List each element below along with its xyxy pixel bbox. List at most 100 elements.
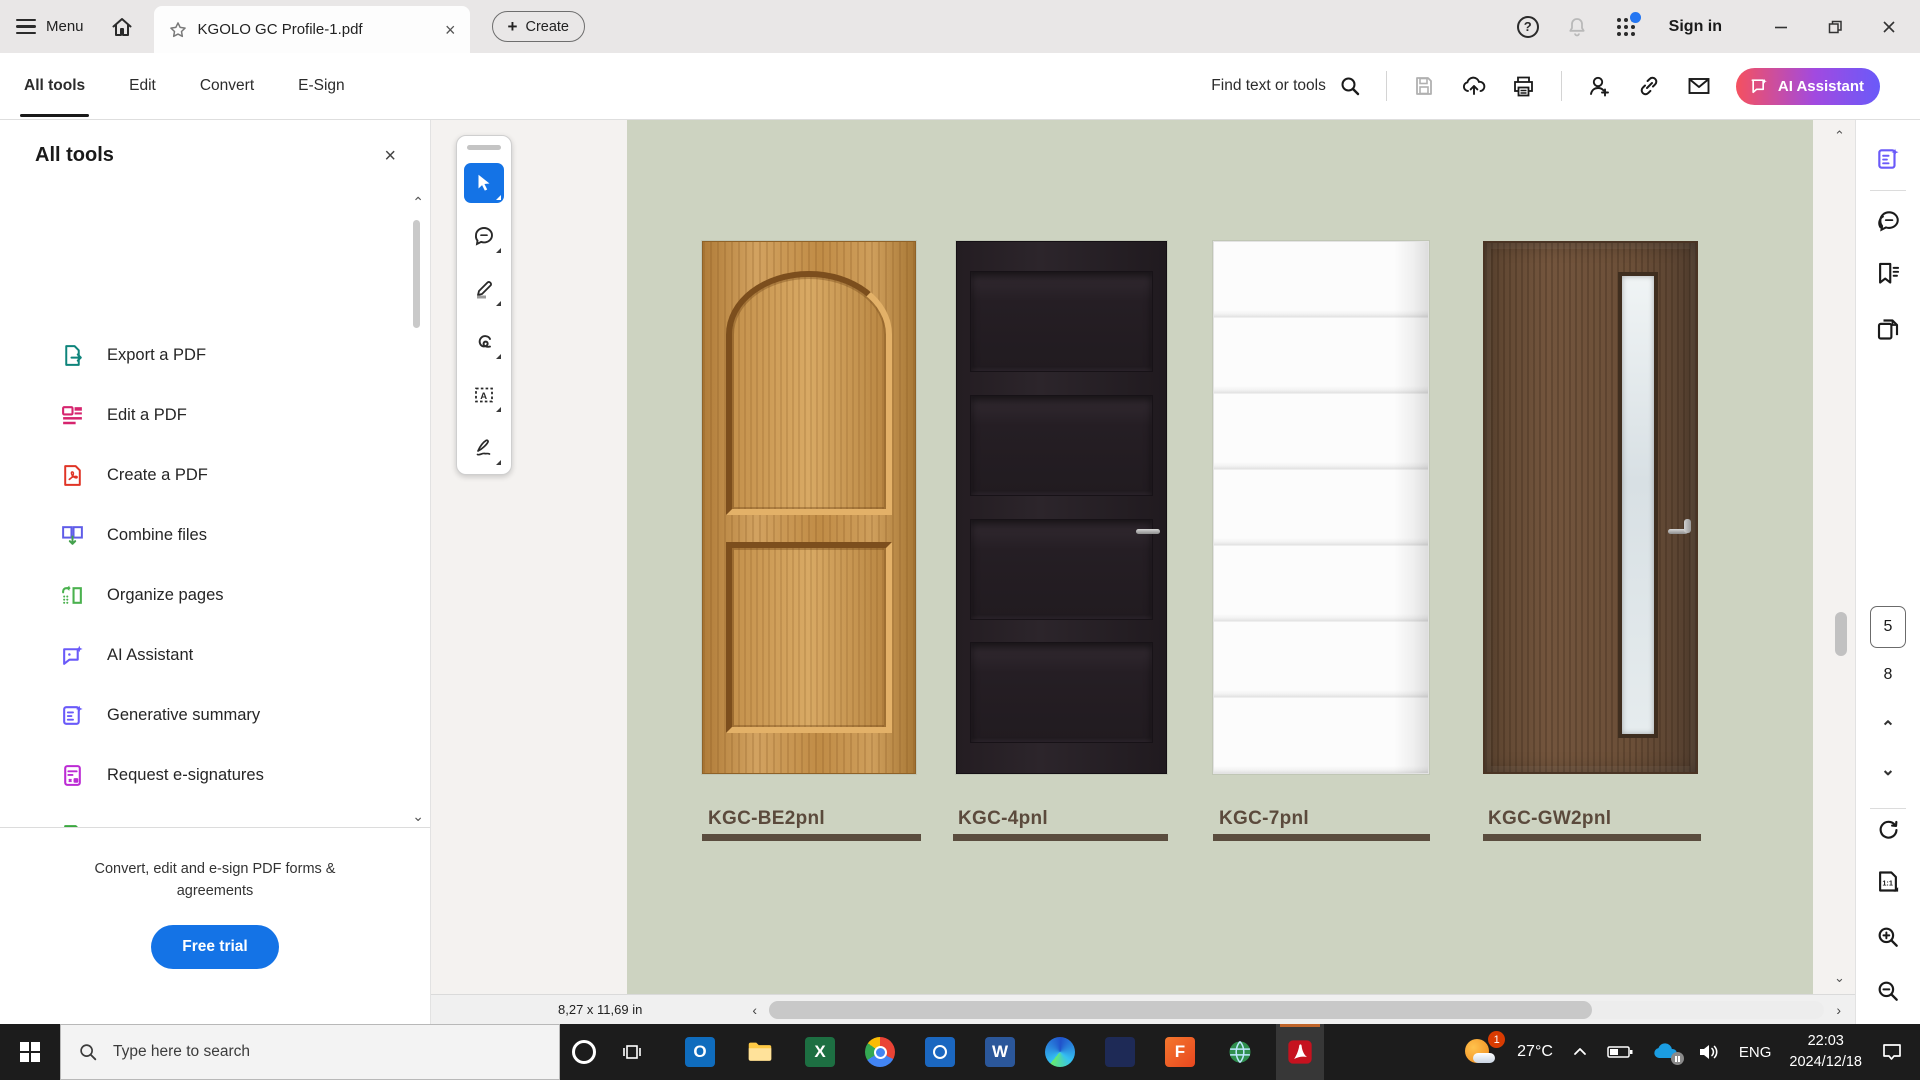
taskbar-app-excel[interactable]: X <box>796 1024 844 1080</box>
task-view-icon <box>620 1040 644 1064</box>
taskbar-app-orange-f[interactable]: F <box>1156 1024 1204 1080</box>
edge-icon <box>1045 1037 1075 1067</box>
text-box-tool-button[interactable]: A <box>464 375 504 415</box>
scroll-right-icon[interactable]: › <box>1836 1002 1841 1018</box>
tool-item-export-pdf[interactable]: Export a PDF <box>0 325 430 385</box>
panel-scroll-up-icon[interactable]: ⌃ <box>412 194 424 211</box>
onedrive-icon[interactable] <box>1651 1042 1679 1062</box>
generative-summary-icon[interactable] <box>1875 146 1901 172</box>
clock-widget[interactable]: 22:03 2024/12/18 <box>1789 1031 1862 1073</box>
taskbar-app-navy[interactable] <box>1096 1024 1144 1080</box>
current-page-input[interactable]: 5 <box>1870 606 1906 648</box>
start-button[interactable] <box>0 1024 60 1080</box>
tool-item-request-esignatures[interactable]: Request e-signatures <box>0 745 430 805</box>
temperature-label[interactable]: 27°C <box>1517 1043 1553 1061</box>
tool-label: Generative summary <box>107 706 260 725</box>
tool-item-scan-ocr[interactable]: A Scan & OCR <box>0 805 430 827</box>
add-user-icon[interactable] <box>1586 73 1612 99</box>
tab-convert[interactable]: Convert <box>200 55 254 117</box>
action-center-icon[interactable] <box>1880 1040 1904 1064</box>
zoom-in-icon[interactable] <box>1875 924 1901 950</box>
panel-scrollbar[interactable] <box>413 208 420 828</box>
fill-sign-tool-button[interactable] <box>464 428 504 468</box>
panel-close-icon[interactable]: × <box>384 146 396 166</box>
window-restore-button[interactable] <box>1826 18 1844 36</box>
star-icon[interactable] <box>168 20 188 40</box>
battery-icon[interactable] <box>1607 1044 1633 1060</box>
tool-item-ai-assistant[interactable]: AI Assistant <box>0 625 430 685</box>
scroll-left-icon[interactable]: ‹ <box>752 1002 757 1018</box>
draw-tool-button[interactable] <box>464 322 504 362</box>
task-view-button[interactable] <box>608 1024 656 1080</box>
document-vertical-scrollbar[interactable]: ⌃ ⌄ <box>1831 120 1851 994</box>
comment-tool-button[interactable] <box>464 216 504 256</box>
window-minimize-button[interactable] <box>1772 18 1790 36</box>
create-button[interactable]: + Create <box>492 11 585 42</box>
panel-scrollbar-thumb[interactable] <box>413 220 420 328</box>
save-icon[interactable] <box>1411 73 1437 99</box>
tool-item-create-pdf[interactable]: Create a PDF <box>0 445 430 505</box>
organize-pages-icon <box>60 583 85 608</box>
previous-page-button[interactable]: ⌃ <box>1881 718 1895 738</box>
scroll-up-icon[interactable]: ⌃ <box>1834 128 1845 144</box>
tool-item-edit-pdf[interactable]: Edit a PDF <box>0 385 430 445</box>
sign-in-button[interactable]: Sign in <box>1669 18 1722 36</box>
right-tool-rail: 5 8 ⌃ ⌄ 1:1 <box>1855 120 1920 1024</box>
taskbar-app-acrobat[interactable] <box>1276 1024 1324 1080</box>
taskbar-app-chrome[interactable] <box>856 1024 904 1080</box>
scroll-down-icon[interactable]: ⌄ <box>1834 970 1845 986</box>
volume-icon[interactable] <box>1697 1042 1721 1062</box>
tab-edit[interactable]: Edit <box>129 55 156 117</box>
taskbar-search-input[interactable]: Type here to search <box>60 1024 560 1080</box>
comments-panel-icon[interactable] <box>1875 208 1901 234</box>
vertical-scrollbar-thumb[interactable] <box>1835 612 1847 656</box>
highlight-tool-button[interactable] <box>464 269 504 309</box>
bookmarks-panel-icon[interactable] <box>1875 260 1902 287</box>
tab-esign[interactable]: E-Sign <box>298 55 345 117</box>
document-tab[interactable]: KGOLO GC Profile-1.pdf × <box>154 6 470 53</box>
tab-close-icon[interactable]: × <box>445 21 456 39</box>
horizontal-scrollbar-thumb[interactable] <box>769 1001 1592 1019</box>
home-button[interactable] <box>110 15 134 39</box>
help-icon[interactable]: ? <box>1517 16 1539 38</box>
ai-assistant-icon <box>60 643 85 668</box>
next-page-button[interactable]: ⌄ <box>1881 760 1895 780</box>
free-trial-button[interactable]: Free trial <box>151 925 279 969</box>
cortana-button[interactable] <box>560 1024 608 1080</box>
print-icon[interactable] <box>1511 73 1537 99</box>
toolbar-divider <box>1561 71 1562 101</box>
taskbar-app-blue[interactable] <box>916 1024 964 1080</box>
link-icon[interactable] <box>1636 73 1662 99</box>
cortana-icon <box>572 1040 596 1064</box>
tray-expand-icon[interactable] <box>1571 1043 1589 1061</box>
promo-text: Convert, edit and e-sign PDF forms & agr… <box>65 858 365 903</box>
taskbar-app-file-explorer[interactable] <box>736 1024 784 1080</box>
actual-size-icon[interactable]: 1:1 <box>1875 868 1902 895</box>
language-indicator[interactable]: ENG <box>1739 1044 1772 1061</box>
app-launcher-grid-icon[interactable] <box>1615 16 1637 38</box>
document-horizontal-scrollbar[interactable] <box>769 1001 1824 1019</box>
window-close-button[interactable] <box>1880 18 1898 36</box>
rotate-page-icon[interactable] <box>1875 816 1901 842</box>
tool-item-generative-summary[interactable]: Generative summary <box>0 685 430 745</box>
tool-item-combine-files[interactable]: Combine files <box>0 505 430 565</box>
taskbar-app-edge[interactable] <box>1036 1024 1084 1080</box>
email-icon[interactable] <box>1686 73 1712 99</box>
taskbar-app-word[interactable]: W <box>976 1024 1024 1080</box>
door-label-underline <box>953 834 1168 841</box>
weather-widget[interactable]: 1 <box>1465 1037 1499 1067</box>
toolbar-drag-handle[interactable] <box>467 145 501 150</box>
find-text-or-tools[interactable]: Find text or tools <box>1211 74 1362 98</box>
tab-all-tools[interactable]: All tools <box>24 55 85 117</box>
panel-scroll-down-icon[interactable]: ⌄ <box>412 808 424 825</box>
ai-assistant-button[interactable]: AI Assistant <box>1736 68 1880 105</box>
taskbar-app-outlook[interactable]: O <box>676 1024 724 1080</box>
zoom-out-icon[interactable] <box>1875 978 1901 1004</box>
page-thumbnails-icon[interactable] <box>1875 316 1902 343</box>
tool-item-organize-pages[interactable]: Organize pages <box>0 565 430 625</box>
menu-button[interactable]: Menu <box>16 18 84 35</box>
select-tool-button[interactable] <box>464 163 504 203</box>
taskbar-app-globe[interactable] <box>1216 1024 1264 1080</box>
upload-cloud-icon[interactable] <box>1461 73 1487 99</box>
notifications-bell-icon[interactable] <box>1565 15 1589 39</box>
